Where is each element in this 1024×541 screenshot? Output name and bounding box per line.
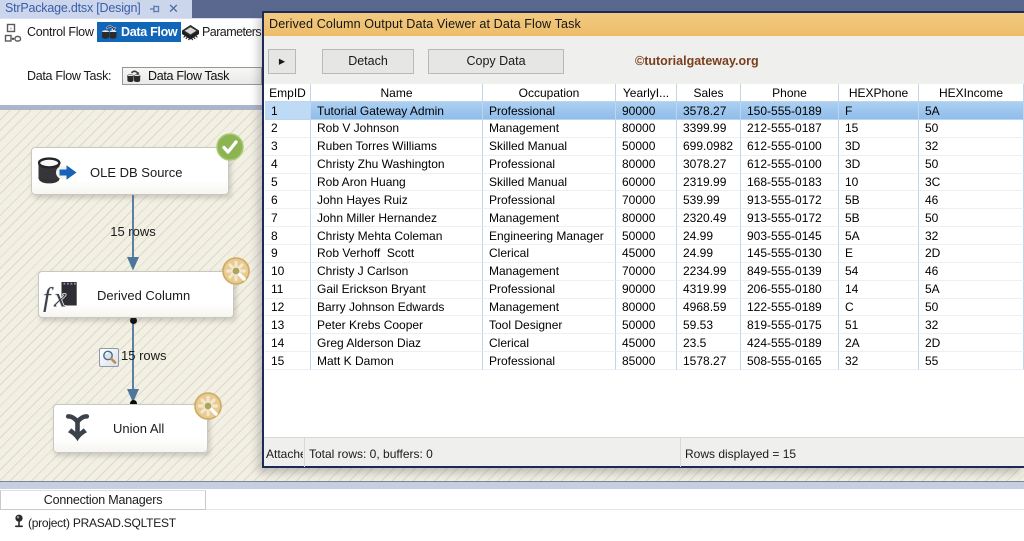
svg-text:fx: fx [43, 283, 70, 313]
